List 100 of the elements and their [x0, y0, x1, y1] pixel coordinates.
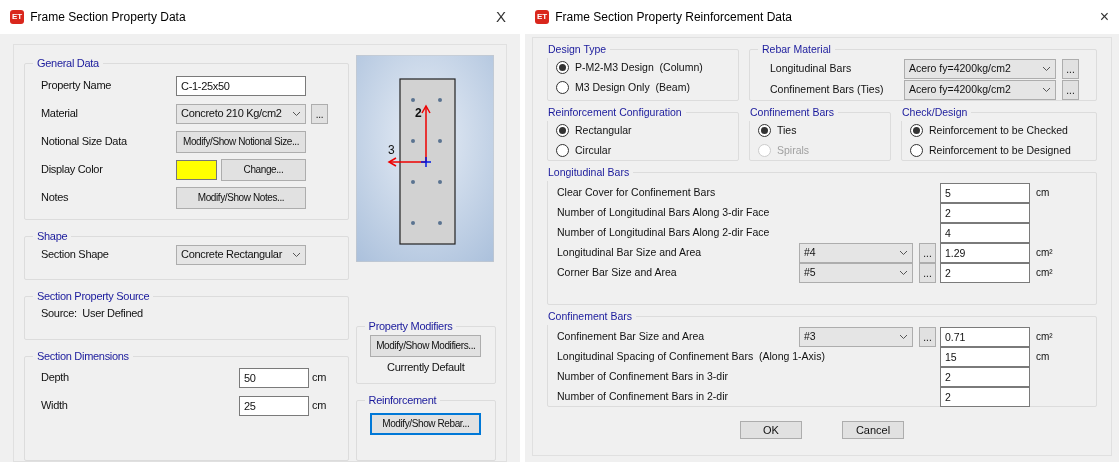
radio-label: P-M2-M3 Design (Column): [575, 59, 703, 75]
input-field[interactable]: 2: [940, 366, 1030, 387]
button[interactable]: Modify/Show Notes...: [176, 186, 306, 209]
group-title: Design Type: [547, 42, 608, 57]
button[interactable]: Change...: [221, 158, 306, 181]
group-title: General Data: [36, 56, 100, 71]
radio-button[interactable]: [556, 81, 569, 95]
rebar-dot: [410, 180, 415, 184]
field-label: Property Name: [40, 78, 113, 94]
dialog-button[interactable]: OK: [740, 421, 802, 439]
field-label: Notes: [40, 190, 70, 206]
field-label: Number of Confinement Bars in 3-dir: [556, 368, 729, 384]
radio-button[interactable]: [910, 124, 923, 138]
rebar-dot: [410, 221, 415, 225]
field-label: Material: [40, 106, 79, 122]
button[interactable]: Modify/Show Modifiers...: [370, 334, 482, 357]
unit-label: cm²: [1035, 266, 1053, 281]
button[interactable]: Modify/Show Notional Size...: [176, 130, 306, 153]
input-field[interactable]: 50: [239, 367, 309, 388]
radio-button[interactable]: [556, 144, 569, 158]
group-title: Check/Design: [901, 105, 969, 120]
group-title: Longitudinal Bars: [547, 165, 631, 180]
field-label: Number of Longitudinal Bars Along 2-dir Face: [556, 224, 771, 240]
radio-label: Rectangular: [575, 122, 632, 138]
chevron-icon: [292, 251, 301, 258]
radio-button[interactable]: [910, 144, 923, 158]
button[interactable]: Modify/Show Rebar...: [370, 412, 482, 435]
rebar-dot: [437, 139, 442, 143]
chevron-icon: [292, 110, 301, 117]
unit-label: cm: [1035, 350, 1050, 365]
input-field[interactable]: 4: [940, 222, 1030, 243]
app-icon: ET: [10, 10, 25, 24]
dropdown[interactable]: Acero fy=4200kg/cm2: [904, 79, 1056, 100]
status-text: Currently Default: [387, 359, 465, 375]
unit-label: cm²: [1035, 330, 1053, 345]
source-text: Source: User Defined: [40, 306, 143, 319]
radio-button[interactable]: [556, 61, 569, 75]
input-field[interactable]: 2: [940, 202, 1030, 223]
radio-label: Reinforcement to be Checked: [929, 122, 1068, 138]
field-label: Section Shape: [40, 247, 110, 263]
dropdown[interactable]: #5: [799, 262, 913, 283]
dialog-button[interactable]: Cancel: [842, 421, 904, 439]
input-field[interactable]: 25: [239, 395, 309, 416]
close-button[interactable]: ×: [1099, 5, 1109, 29]
input-field[interactable]: 0.71: [940, 326, 1030, 347]
chevron-icon: [1042, 86, 1051, 93]
rebar-dot: [437, 221, 442, 225]
group-title: Section Dimensions: [36, 349, 130, 364]
group-title: Reinforcement: [367, 393, 438, 408]
input-field[interactable]: 15: [940, 346, 1030, 367]
radio-label: Reinforcement to be Designed: [929, 142, 1071, 158]
field-label: Depth: [40, 370, 70, 386]
unit-label: cm: [1035, 186, 1050, 201]
group-title: Reinforcement Configuration: [547, 105, 683, 120]
field-label: Clear Cover for Confinement Bars: [556, 184, 717, 200]
origin-cross-icon: [419, 156, 432, 168]
group-title: Shape: [36, 229, 69, 244]
axis-label: 3: [387, 143, 394, 157]
field-label: Number of Longitudinal Bars Along 3-dir Face: [556, 204, 771, 220]
unit-label: cm: [311, 398, 327, 414]
window-title: Frame Section Property Reinforcement Data: [555, 9, 793, 26]
radio-button[interactable]: [556, 124, 569, 138]
field-label: Confinement Bar Size and Area: [556, 328, 706, 344]
radio-label: M3 Design Only (Beam): [575, 79, 690, 95]
more-button[interactable]: ...: [1062, 58, 1079, 79]
input-field[interactable]: C-1-25x50: [176, 75, 306, 96]
chevron-icon: [1042, 65, 1051, 72]
dropdown[interactable]: Concreto 210 Kg/cm2: [176, 103, 306, 124]
dropdown[interactable]: Concrete Rectangular: [176, 244, 306, 265]
more-button[interactable]: ...: [1062, 79, 1079, 100]
more-button[interactable]: ...: [311, 103, 328, 124]
field-label: Number of Confinement Bars in 2-dir: [556, 388, 729, 404]
app-icon: ET: [535, 10, 550, 24]
rebar-dot: [437, 98, 442, 102]
input-field[interactable]: 2: [940, 262, 1030, 283]
more-button[interactable]: ...: [919, 326, 936, 347]
input-field[interactable]: 1.29: [940, 242, 1030, 263]
dropdown[interactable]: #3: [799, 326, 913, 347]
group-title: Rebar Material: [761, 42, 832, 57]
input-field[interactable]: 2: [940, 386, 1030, 407]
radio-button[interactable]: [758, 124, 771, 138]
rebar-dot: [410, 98, 415, 102]
input-field[interactable]: 5: [940, 182, 1030, 203]
field-label: Confinement Bars (Ties): [769, 81, 885, 97]
group-title: Section Property Source: [36, 289, 151, 304]
field-label: Width: [40, 398, 69, 414]
group-title: Property Modifiers: [367, 319, 454, 334]
color-swatch[interactable]: [176, 159, 217, 180]
group-title: Confinement Bars: [749, 105, 836, 120]
field-label: Display Color: [40, 162, 104, 178]
radio-label: Ties: [777, 122, 797, 138]
more-button[interactable]: ...: [919, 242, 936, 263]
axis-label: 2: [414, 106, 421, 120]
chevron-icon: [899, 269, 908, 276]
dropdown[interactable]: Acero fy=4200kg/cm2: [904, 58, 1056, 79]
dropdown[interactable]: #4: [799, 242, 913, 263]
close-button[interactable]: X: [496, 5, 510, 29]
rebar-dot: [437, 180, 442, 184]
rebar-dot: [410, 139, 415, 143]
unit-label: cm: [311, 370, 327, 386]
